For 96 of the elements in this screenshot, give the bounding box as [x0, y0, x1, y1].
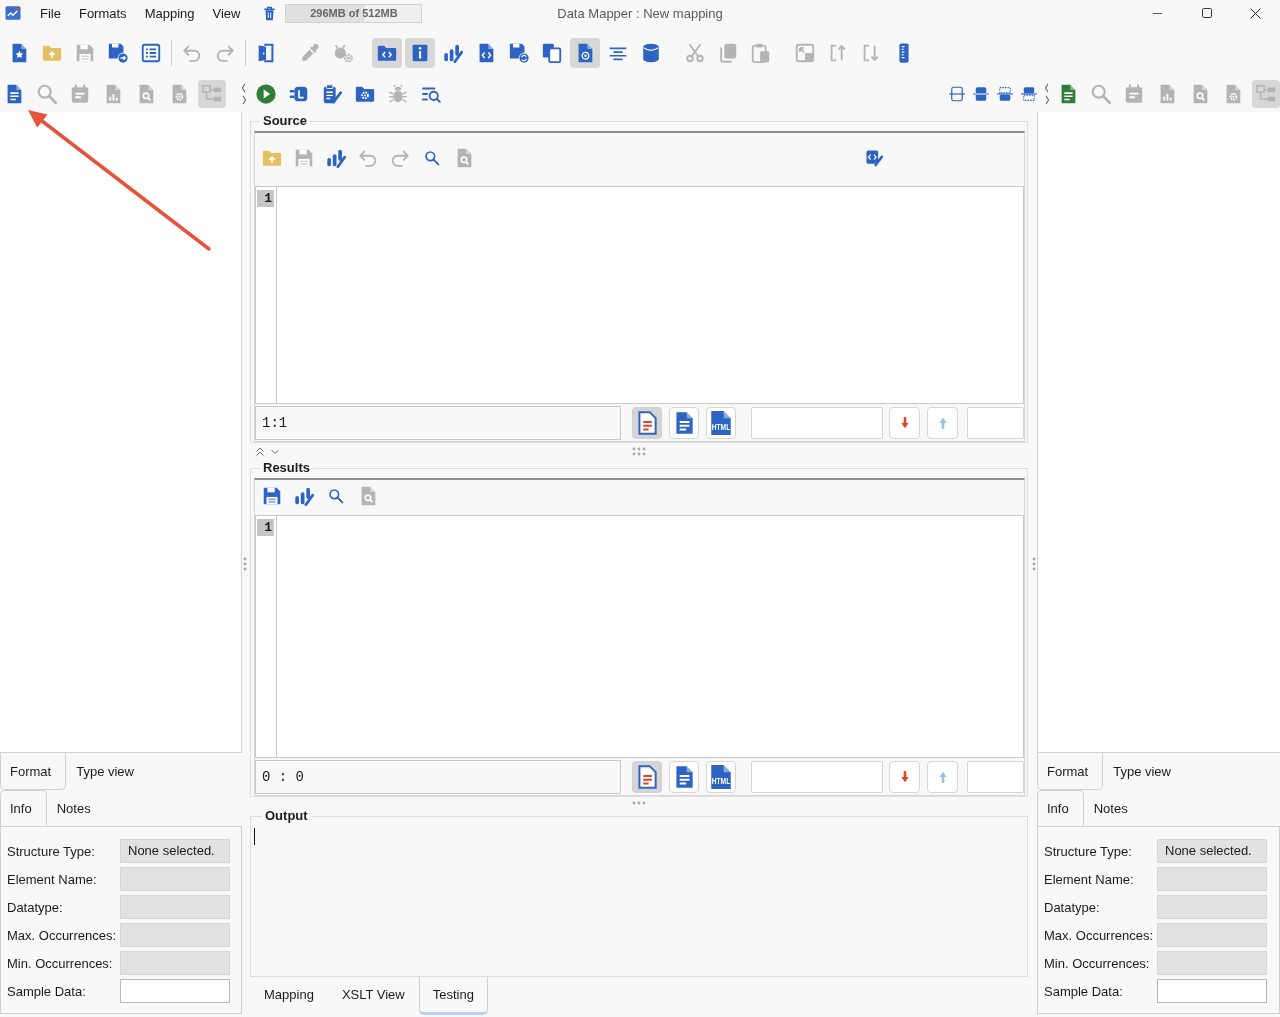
- chevron-right-icon[interactable]: [1043, 94, 1051, 106]
- menu-item[interactable]: File: [31, 0, 70, 26]
- garbage-button[interactable]: [261, 4, 278, 22]
- navigate-button[interactable]: [889, 406, 920, 439]
- floppy-disk-sync-icon: [508, 42, 530, 64]
- text-field[interactable]: [1157, 979, 1267, 1003]
- field-label: Min. Occurrences:: [7, 955, 114, 971]
- chevron-left-icon[interactable]: [1043, 82, 1051, 94]
- field-label: Min. Occurrences:: [1044, 955, 1151, 971]
- close-icon: [1249, 6, 1262, 20]
- documents-icon: [541, 42, 563, 64]
- line-number: 1: [257, 190, 274, 207]
- code-editor[interactable]: 1: [255, 186, 1024, 404]
- paste-icon: [750, 42, 772, 64]
- field-label: Max. Occurrences:: [1044, 927, 1155, 943]
- trash-icon: [261, 4, 277, 22]
- tab[interactable]: Format: [1037, 753, 1104, 790]
- chevron-right-icon[interactable]: [240, 94, 248, 106]
- dashed-bottom-view-icon: [1020, 85, 1038, 103]
- cut-icon: [684, 42, 706, 64]
- floppy-disk-arrow-icon: [107, 42, 129, 64]
- maximize-icon: [1200, 7, 1213, 19]
- expand-icon: [794, 42, 816, 64]
- bar-chart-pen-icon: [442, 42, 464, 64]
- splitter-grip[interactable]: [1031, 556, 1036, 571]
- format-button[interactable]: [669, 406, 699, 439]
- copy-icon: [717, 42, 739, 64]
- section-title: Output: [264, 808, 309, 824]
- list-icon: [140, 42, 162, 64]
- calendar-icon: [69, 83, 91, 105]
- code-editor[interactable]: 1: [255, 515, 1024, 758]
- section-title: Results: [262, 460, 311, 476]
- field-label: Datatype:: [7, 899, 64, 915]
- line-number: 1: [257, 519, 274, 536]
- format-button[interactable]: [669, 760, 699, 793]
- format-button[interactable]: HTML: [706, 406, 736, 439]
- menu-item[interactable]: Formats: [69, 0, 136, 26]
- bug-icon: [387, 83, 409, 105]
- app-icon: [4, 4, 22, 22]
- search-icon: [424, 150, 440, 166]
- splitter-grip[interactable]: [243, 556, 247, 571]
- window-title: Data Mapper : New mapping: [557, 5, 723, 21]
- search-icon: [36, 83, 58, 105]
- file-type-label: HTML: [711, 421, 734, 432]
- field-label: Max. Occurrences:: [7, 927, 118, 943]
- search-icon: [1090, 83, 1112, 105]
- text-field[interactable]: [120, 979, 230, 1003]
- search-field[interactable]: [751, 406, 883, 439]
- field-label: Element Name:: [7, 871, 98, 887]
- filled-view-icon: [972, 85, 990, 103]
- menu-item[interactable]: Mapping: [135, 0, 204, 26]
- bar-chart-pen-icon: [325, 147, 347, 169]
- cursor-position-field: 1:1: [255, 405, 621, 440]
- search-field[interactable]: [751, 760, 883, 793]
- dashed-top-view-icon: [996, 85, 1014, 103]
- field-label: Sample Data:: [1044, 983, 1124, 999]
- tab[interactable]: Testing: [418, 977, 488, 1015]
- splitter-grip[interactable]: [632, 800, 646, 805]
- input-field[interactable]: [967, 760, 1024, 793]
- tab[interactable]: Info: [0, 790, 47, 826]
- double-chevron-up-icon: [254, 445, 266, 458]
- collapse-button[interactable]: [254, 445, 266, 458]
- menu-item[interactable]: View: [203, 0, 250, 26]
- field-label: Element Name:: [1044, 871, 1135, 887]
- play-icon: [255, 83, 277, 105]
- field-label: Structure Type:: [7, 843, 96, 859]
- split-view-icon: [948, 85, 966, 103]
- bar-chart-pen-icon: [293, 485, 315, 507]
- bug-gear-icon: [332, 42, 354, 64]
- format-button[interactable]: [632, 760, 662, 793]
- format-button[interactable]: [632, 406, 662, 439]
- pipette-icon: [299, 42, 321, 64]
- field-label: Structure Type:: [1044, 843, 1133, 859]
- tab[interactable]: Format: [0, 753, 67, 790]
- input-field[interactable]: [967, 406, 1024, 439]
- tab[interactable]: Info: [1037, 790, 1084, 826]
- memory-bar[interactable]: 296MB of 512MB: [285, 3, 423, 23]
- cursor-position-field: 0 : 0: [255, 759, 621, 794]
- toolbar-button[interactable]: [570, 38, 600, 68]
- section-title: Source: [262, 113, 309, 129]
- clipboard-pen-icon: [321, 83, 343, 105]
- search-icon: [328, 488, 344, 504]
- field-label: Sample Data:: [7, 983, 87, 999]
- file-type-label: HTML: [711, 775, 734, 786]
- memory-label: 296MB of 512MB: [310, 7, 398, 19]
- chevron-left-icon[interactable]: [240, 82, 248, 94]
- code-edit-icon: [864, 148, 884, 168]
- calendar-icon: [1123, 83, 1145, 105]
- format-button[interactable]: HTML: [706, 760, 736, 793]
- text-cursor: [254, 828, 255, 845]
- database-icon: [640, 42, 662, 64]
- toolbar-button[interactable]: [372, 38, 402, 68]
- field-label: Datatype:: [1044, 899, 1101, 915]
- navigate-button[interactable]: [889, 760, 920, 793]
- toolbar-button[interactable]: [405, 38, 435, 68]
- splitter-grip[interactable]: [632, 447, 646, 456]
